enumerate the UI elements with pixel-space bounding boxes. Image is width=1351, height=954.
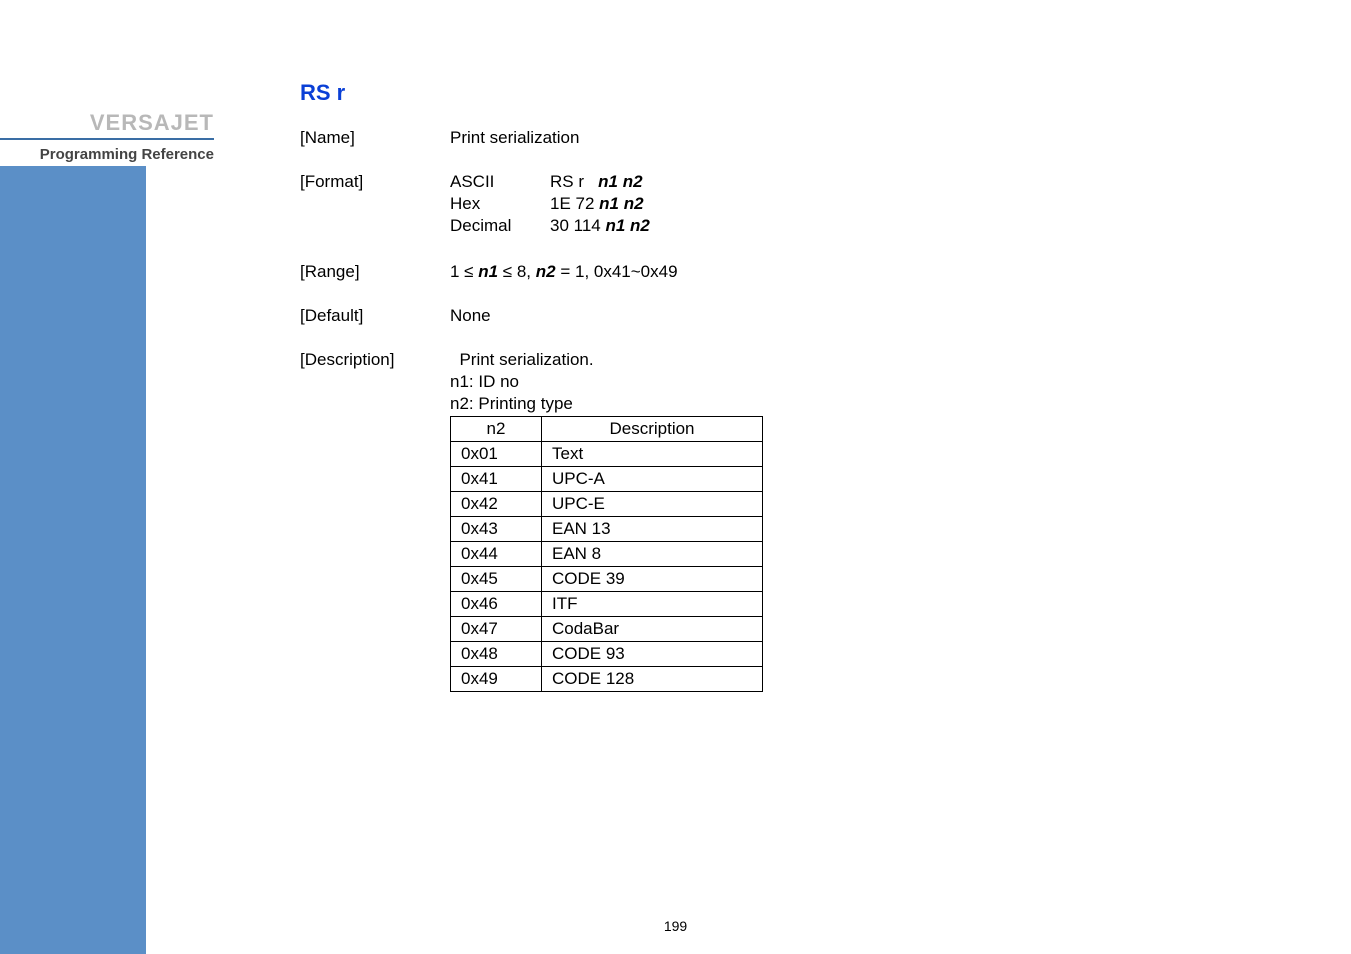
table-row: 0x47CodaBar — [451, 617, 763, 642]
command-title: RS r — [300, 80, 1000, 106]
sidebar-blue-bar — [0, 166, 146, 954]
name-row: [Name] Print serialization — [300, 128, 1000, 148]
range-p1: 1 ≤ — [450, 262, 478, 281]
format-value: ASCII RS r n1 n2 Hex 1E 72 n1 n2 Decimal… — [450, 172, 1000, 238]
table-cell-desc: ITF — [542, 592, 763, 617]
format-dec-key: Decimal — [450, 216, 550, 236]
table-cell-desc: Text — [542, 442, 763, 467]
range-label: [Range] — [300, 262, 450, 282]
range-p5: = 1, 0x41~0x49 — [556, 262, 678, 281]
printing-type-table: n2 Description 0x01Text0x41UPC-A0x42UPC-… — [450, 416, 763, 692]
table-cell-code: 0x46 — [451, 592, 542, 617]
table-cell-code: 0x45 — [451, 567, 542, 592]
table-row: 0x45CODE 39 — [451, 567, 763, 592]
table-cell-code: 0x44 — [451, 542, 542, 567]
table-row: 0x46ITF — [451, 592, 763, 617]
description-label: [Description] — [300, 350, 450, 692]
table-row: 0x44EAN 8 — [451, 542, 763, 567]
description-row: [Description] Print serialization. n1: I… — [300, 350, 1000, 692]
table-cell-code: 0x49 — [451, 667, 542, 692]
format-hex-line: Hex 1E 72 n1 n2 — [450, 194, 1000, 214]
table-cell-desc: CODE 128 — [542, 667, 763, 692]
format-hex-args: n1 n2 — [599, 194, 643, 213]
brand-underline — [0, 138, 214, 140]
main-content: RS r [Name] Print serialization [Format]… — [300, 80, 1000, 692]
table-row: 0x41UPC-A — [451, 467, 763, 492]
range-value: 1 ≤ n1 ≤ 8, n2 = 1, 0x41~0x49 — [450, 262, 1000, 282]
format-label: [Format] — [300, 172, 450, 238]
description-line3: n2: Printing type — [450, 394, 1000, 414]
table-cell-code: 0x47 — [451, 617, 542, 642]
table-cell-desc: EAN 8 — [542, 542, 763, 567]
format-hex-prefix: 1E 72 — [550, 194, 599, 213]
format-ascii-args: n1 n2 — [598, 172, 642, 191]
sidebar: VERSAJET Programming Reference — [0, 0, 220, 954]
name-value: Print serialization — [450, 128, 1000, 148]
table-cell-code: 0x43 — [451, 517, 542, 542]
table-header-row: n2 Description — [451, 417, 763, 442]
table-header-n2: n2 — [451, 417, 542, 442]
default-row: [Default] None — [300, 306, 1000, 326]
table-cell-desc: CODE 93 — [542, 642, 763, 667]
table-cell-code: 0x48 — [451, 642, 542, 667]
format-ascii-val: RS r n1 n2 — [550, 172, 643, 192]
programming-reference-label: Programming Reference — [40, 146, 214, 163]
page-number: 199 — [0, 918, 1351, 934]
name-label: [Name] — [300, 128, 450, 148]
table-row: 0x48CODE 93 — [451, 642, 763, 667]
table-cell-desc: CodaBar — [542, 617, 763, 642]
format-dec-val: 30 114 n1 n2 — [550, 216, 650, 236]
default-label: [Default] — [300, 306, 450, 326]
table-row: 0x01Text — [451, 442, 763, 467]
table-cell-desc: EAN 13 — [542, 517, 763, 542]
brand-text: VERSAJET — [0, 110, 214, 136]
range-p3: ≤ 8, — [498, 262, 536, 281]
table-row: 0x43EAN 13 — [451, 517, 763, 542]
brand-block: VERSAJET — [0, 110, 220, 140]
table-row: 0x42UPC-E — [451, 492, 763, 517]
table-cell-code: 0x42 — [451, 492, 542, 517]
format-ascii-key: ASCII — [450, 172, 550, 192]
description-line1: Print serialization. — [450, 350, 1000, 370]
format-row: [Format] ASCII RS r n1 n2 Hex 1E 72 n1 n… — [300, 172, 1000, 238]
default-value: None — [450, 306, 1000, 326]
format-dec-prefix: 30 114 — [550, 216, 605, 235]
format-hex-key: Hex — [450, 194, 550, 214]
table-cell-desc: CODE 39 — [542, 567, 763, 592]
format-ascii-prefix: RS r — [550, 172, 598, 191]
format-dec-args: n1 n2 — [605, 216, 649, 235]
format-hex-val: 1E 72 n1 n2 — [550, 194, 644, 214]
table-cell-desc: UPC-A — [542, 467, 763, 492]
range-p4: n2 — [536, 262, 556, 281]
table-cell-desc: UPC-E — [542, 492, 763, 517]
description-line2: n1: ID no — [450, 372, 1000, 392]
range-row: [Range] 1 ≤ n1 ≤ 8, n2 = 1, 0x41~0x49 — [300, 262, 1000, 282]
table-row: 0x49CODE 128 — [451, 667, 763, 692]
table-cell-code: 0x41 — [451, 467, 542, 492]
table-header-desc: Description — [542, 417, 763, 442]
description-value: Print serialization. n1: ID no n2: Print… — [450, 350, 1000, 692]
range-p2: n1 — [478, 262, 498, 281]
format-ascii-line: ASCII RS r n1 n2 — [450, 172, 1000, 192]
table-cell-code: 0x01 — [451, 442, 542, 467]
format-dec-line: Decimal 30 114 n1 n2 — [450, 216, 1000, 236]
